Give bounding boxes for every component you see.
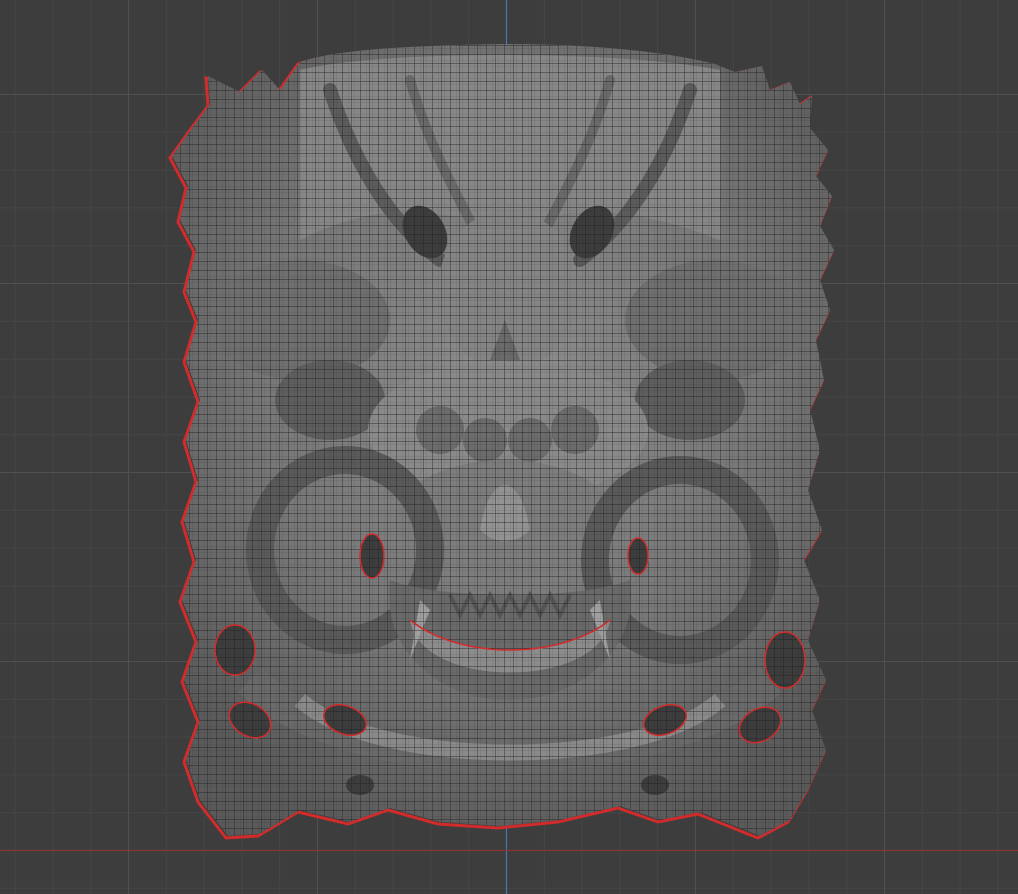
3d-viewport[interactable] <box>0 0 1018 894</box>
demon-mask-mesh-icon[interactable] <box>0 0 1018 894</box>
